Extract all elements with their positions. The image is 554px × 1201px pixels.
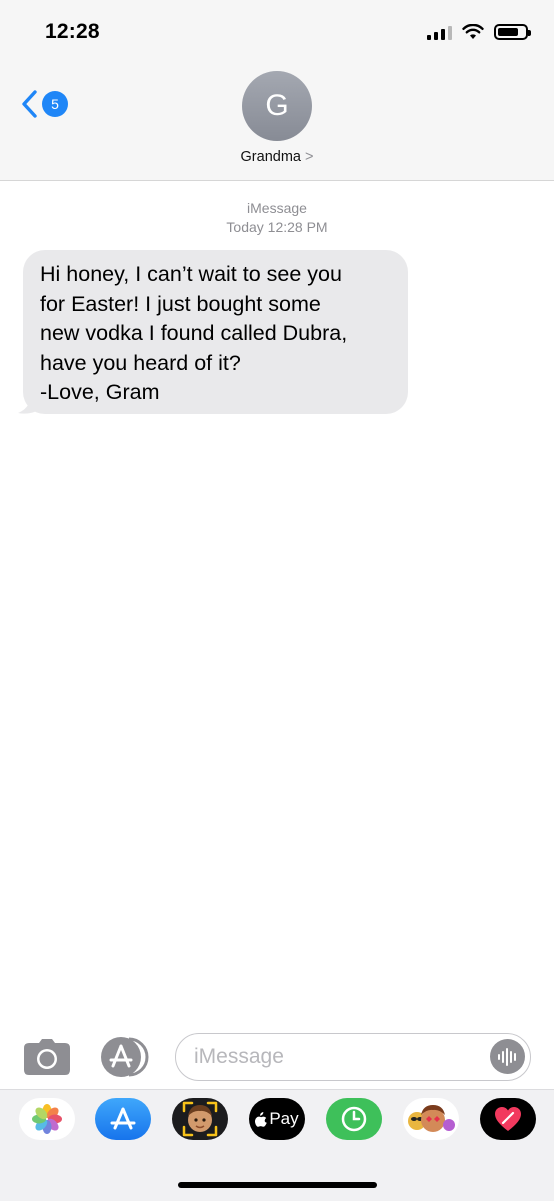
- chevron-right-icon: >: [304, 149, 314, 165]
- photos-app-button[interactable]: [19, 1098, 75, 1140]
- status-icons: [427, 24, 531, 40]
- activity-app-button[interactable]: [326, 1098, 382, 1140]
- message-input[interactable]: iMessage: [175, 1033, 531, 1081]
- apple-pay-label: Pay: [269, 1109, 299, 1128]
- wifi-icon: [462, 24, 484, 39]
- memoji-app-button[interactable]: [172, 1098, 228, 1140]
- app-store-icon: [110, 1107, 136, 1130]
- back-button[interactable]: 5: [20, 89, 68, 119]
- message-bubble[interactable]: Hi honey, I can’t wait to see you for Ea…: [23, 250, 408, 414]
- header-bar: 12:28 5 G Grandma >: [0, 0, 554, 181]
- app-store-app-button[interactable]: [95, 1098, 151, 1140]
- message-line: for Easter! I just bought some: [40, 291, 321, 316]
- message-input-placeholder: iMessage: [194, 1045, 284, 1068]
- apple-logo-icon: [255, 1111, 268, 1127]
- digital-touch-icon: [495, 1107, 521, 1131]
- status-time: 12:28: [45, 20, 100, 43]
- service-label: iMessage: [247, 200, 307, 216]
- memoji-icon: [182, 1101, 218, 1137]
- contact-name: Grandma: [240, 149, 301, 165]
- photos-icon: [32, 1104, 62, 1134]
- avatar-initial: G: [265, 89, 289, 122]
- contact-avatar[interactable]: G: [242, 71, 312, 141]
- activity-icon: [341, 1106, 367, 1132]
- animoji-app-button[interactable]: [403, 1098, 459, 1140]
- waveform-icon: [497, 1047, 516, 1066]
- digital-touch-app-button[interactable]: [480, 1098, 536, 1140]
- apple-pay-app-button[interactable]: Pay: [249, 1098, 305, 1140]
- cellular-signal-icon: [427, 24, 452, 40]
- unread-count-badge: 5: [42, 91, 68, 117]
- message-line: -Love, Gram: [40, 380, 160, 404]
- contact-name-button[interactable]: Grandma >: [0, 149, 554, 165]
- message-line: have you heard of it?: [40, 350, 241, 375]
- camera-icon[interactable]: [24, 1039, 70, 1075]
- home-indicator[interactable]: [178, 1182, 377, 1188]
- animoji-icon: [408, 1105, 455, 1132]
- chevron-left-icon: [22, 90, 37, 118]
- battery-icon: [494, 24, 531, 40]
- message-timestamp: Today 12:28 PM: [226, 219, 328, 235]
- audio-message-button[interactable]: [490, 1039, 525, 1074]
- message-line: new vodka I found called Dubra,: [40, 321, 348, 345]
- app-store-button-icon[interactable]: [99, 1036, 151, 1078]
- message-line: Hi honey, I can’t wait to see you: [40, 262, 342, 286]
